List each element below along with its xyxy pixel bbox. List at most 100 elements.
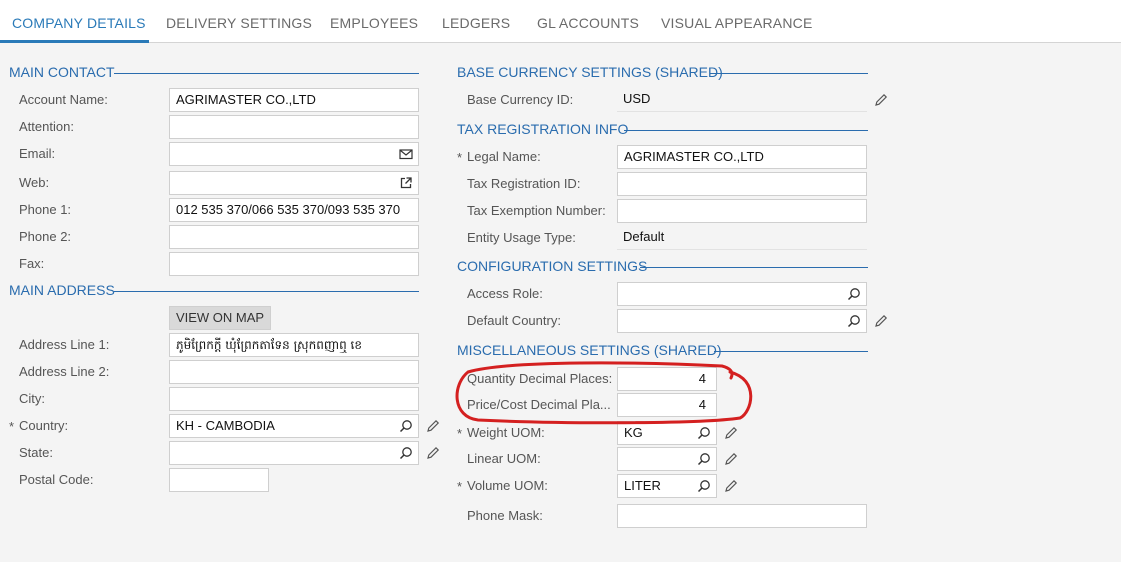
tax-exemption-label: Tax Exemption Number: (467, 203, 606, 218)
tab-employees[interactable]: EMPLOYEES (330, 0, 418, 43)
main-address-title: MAIN ADDRESS (9, 282, 115, 298)
search-icon[interactable] (847, 287, 861, 301)
search-icon[interactable] (847, 314, 861, 328)
web-label: Web: (19, 175, 50, 190)
tax-exemption-field[interactable] (617, 199, 867, 223)
tax-registration-id-label: Tax Registration ID: (467, 176, 581, 191)
main-contact-header: MAIN CONTACT (9, 64, 419, 80)
qty-decimal-label: Quantity Decimal Places: (467, 371, 613, 386)
search-icon[interactable] (697, 479, 711, 493)
tab-gl-accounts[interactable]: GL ACCOUNTS (537, 0, 639, 43)
tab-ledgers[interactable]: LEDGERS (442, 0, 510, 43)
country-value: KH - CAMBODIA (176, 418, 275, 433)
fax-field[interactable] (169, 252, 419, 276)
linear-uom-label: Linear UOM: (467, 451, 541, 466)
state-field[interactable] (169, 441, 419, 465)
view-on-map-button[interactable]: VIEW ON MAP (169, 306, 271, 330)
volume-uom-field[interactable]: LITER (617, 474, 717, 498)
misc-title: MISCELLANEOUS SETTINGS (SHARED) (457, 342, 722, 358)
search-icon[interactable] (697, 452, 711, 466)
weight-uom-label: Weight UOM: (467, 425, 545, 440)
envelope-icon[interactable] (399, 147, 413, 161)
fax-label: Fax: (19, 256, 45, 271)
entity-usage-value: Default (617, 226, 867, 250)
account-name-label: Account Name: (19, 92, 108, 107)
tax-registration-header: TAX REGISTRATION INFO (457, 121, 868, 137)
country-label: Country: (19, 418, 69, 433)
configuration-title: CONFIGURATION SETTINGS (457, 258, 648, 274)
phone1-field[interactable]: 012 535 370/066 535 370/093 535 370 (169, 198, 419, 222)
phone-mask-field[interactable] (617, 504, 867, 528)
phone1-label: Phone 1: (19, 202, 72, 217)
address1-field[interactable]: ភូមិព្រែកក្ដី ឃុំព្រែកតាទែន ស្រុកពញាឮ ខេ (169, 333, 419, 357)
pencil-icon[interactable] (724, 426, 738, 440)
address2-field[interactable] (169, 360, 419, 384)
phone-mask-label: Phone Mask: (467, 508, 543, 523)
country-field[interactable]: KH - CAMBODIA (169, 414, 419, 438)
city-field[interactable] (169, 387, 419, 411)
tax-registration-title: TAX REGISTRATION INFO (457, 121, 629, 137)
address2-label: Address Line 2: (19, 364, 110, 379)
section-divider (710, 73, 868, 74)
pencil-icon[interactable] (724, 452, 738, 466)
misc-header: MISCELLANEOUS SETTINGS (SHARED) (457, 342, 868, 358)
search-icon[interactable] (697, 426, 711, 440)
base-currency-title: BASE CURRENCY SETTINGS (SHARED) (457, 64, 723, 80)
required-marker: * (457, 479, 463, 494)
section-divider (640, 267, 868, 268)
phone2-label: Phone 2: (19, 229, 72, 244)
weight-uom-value: KG (624, 425, 643, 440)
section-divider (114, 73, 419, 74)
tab-delivery-settings[interactable]: DELIVERY SETTINGS (166, 0, 312, 43)
tab-company-details[interactable]: COMPANY DETAILS (0, 0, 149, 43)
pencil-icon[interactable] (874, 314, 888, 328)
attention-field[interactable] (169, 115, 419, 139)
email-label: Email: (19, 146, 56, 161)
section-divider (114, 291, 419, 292)
phone2-field[interactable] (169, 225, 419, 249)
required-marker: * (457, 150, 463, 165)
entity-usage-label: Entity Usage Type: (467, 230, 576, 245)
default-country-field[interactable] (617, 309, 867, 333)
postal-code-label: Postal Code: (19, 472, 94, 487)
base-currency-value: USD (617, 88, 867, 112)
legal-name-field[interactable]: AGRIMASTER CO.,LTD (617, 145, 867, 169)
main-address-header: MAIN ADDRESS (9, 282, 419, 298)
legal-name-label: Legal Name: (467, 149, 541, 164)
qty-decimal-field[interactable]: 4 (617, 367, 717, 391)
email-field[interactable] (169, 142, 419, 166)
section-divider (624, 130, 868, 131)
price-decimal-label: Price/Cost Decimal Pla... (467, 397, 611, 412)
city-label: City: (19, 391, 45, 406)
address1-label: Address Line 1: (19, 337, 110, 352)
postal-code-field[interactable] (169, 468, 269, 492)
external-link-icon[interactable] (399, 176, 413, 190)
search-icon[interactable] (399, 419, 413, 433)
account-name-field[interactable]: AGRIMASTER CO.,LTD (169, 88, 419, 112)
tab-visual-appearance[interactable]: VISUAL APPEARANCE (661, 0, 813, 43)
default-country-label: Default Country: (467, 313, 561, 328)
pencil-icon[interactable] (426, 446, 440, 460)
pencil-icon[interactable] (426, 419, 440, 433)
base-currency-header: BASE CURRENCY SETTINGS (SHARED) (457, 64, 868, 80)
pencil-icon[interactable] (874, 93, 888, 107)
required-marker: * (9, 419, 15, 434)
tax-registration-id-field[interactable] (617, 172, 867, 196)
volume-uom-value: LITER (624, 478, 661, 493)
linear-uom-field[interactable] (617, 447, 717, 471)
search-icon[interactable] (399, 446, 413, 460)
section-divider (714, 351, 868, 352)
price-decimal-field[interactable]: 4 (617, 393, 717, 417)
web-field[interactable] (169, 171, 419, 195)
configuration-header: CONFIGURATION SETTINGS (457, 258, 868, 274)
access-role-label: Access Role: (467, 286, 543, 301)
volume-uom-label: Volume UOM: (467, 478, 548, 493)
weight-uom-field[interactable]: KG (617, 421, 717, 445)
tab-bar: COMPANY DETAILS DELIVERY SETTINGS EMPLOY… (0, 0, 1121, 43)
required-marker: * (457, 426, 463, 441)
main-contact-title: MAIN CONTACT (9, 64, 115, 80)
base-currency-label: Base Currency ID: (467, 92, 574, 107)
pencil-icon[interactable] (724, 479, 738, 493)
attention-label: Attention: (19, 119, 74, 134)
access-role-field[interactable] (617, 282, 867, 306)
